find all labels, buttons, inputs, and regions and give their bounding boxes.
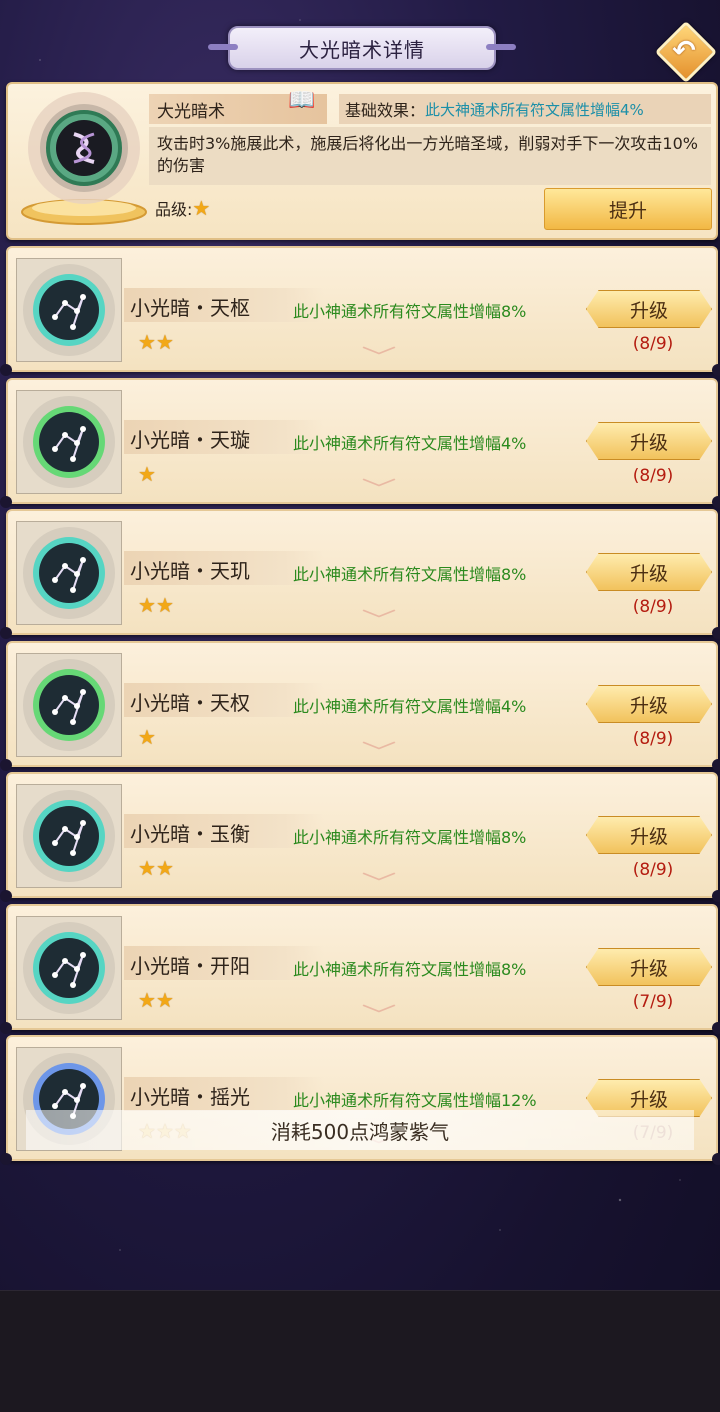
- rune-icon-frame: [16, 258, 122, 362]
- cost-toast: 消耗500点鸿蒙紫气: [26, 1110, 694, 1150]
- rune-stars: ★ ★: [138, 595, 174, 615]
- star-icon: ★: [155, 856, 174, 880]
- rune-progress: (8/9): [632, 466, 674, 486]
- expand-chevron-icon[interactable]: ﹀: [361, 998, 396, 1030]
- base-effect-value: 此大神通术所有符文属性增幅4%: [425, 100, 644, 119]
- rune-name: 小光暗・摇光: [130, 1085, 250, 1109]
- rune-stars: ★ ★: [138, 332, 174, 352]
- star-icon: ★: [138, 725, 156, 749]
- rune-card: 小光暗・天玑 ★ ★ 此小神通术所有符文属性增幅8% ﹀ 升级 (8/9): [0, 509, 720, 639]
- enhance-button[interactable]: 提升: [544, 188, 712, 230]
- rune-progress: (8/9): [632, 729, 674, 749]
- rune-name: 小光暗・天璇: [130, 428, 250, 452]
- rune-effect: 此小神通术所有符文属性增幅8%: [293, 960, 527, 979]
- star-icon: ★: [155, 988, 174, 1012]
- rune-constellation-icon: [23, 396, 115, 488]
- base-effect-label: 基础效果：: [345, 101, 426, 120]
- rune-constellation-icon: [23, 264, 115, 356]
- main-skill-emblem-icon: [21, 92, 147, 225]
- rune-name: 小光暗・开阳: [130, 954, 250, 978]
- book-quill-icon[interactable]: 📖: [288, 88, 315, 113]
- rune-card: 小光暗・玉衡 ★ ★ 此小神通术所有符文属性增幅8% ﹀ 升级 (8/9): [0, 772, 720, 902]
- rune-upgrade-button[interactable]: 升级: [586, 816, 712, 854]
- base-effect-box: 基础效果： 此大神通术所有符文属性增幅4%: [339, 94, 711, 124]
- main-skill-name: 大光暗术: [157, 101, 225, 122]
- expand-chevron-icon[interactable]: ﹀: [361, 603, 396, 635]
- rune-effect: 此小神通术所有符文属性增幅8%: [293, 828, 527, 847]
- star-icon: ★: [138, 856, 156, 880]
- rune-upgrade-button[interactable]: 升级: [586, 685, 712, 723]
- rune-name: 小光暗・天枢: [130, 296, 250, 320]
- rune-progress: (8/9): [632, 597, 674, 617]
- rune-effect: 此小神通术所有符文属性增幅4%: [293, 434, 527, 453]
- star-icon: ★: [155, 593, 174, 617]
- star-icon: ★: [192, 195, 211, 220]
- bottom-bar: [0, 1290, 720, 1412]
- expand-chevron-icon[interactable]: ﹀: [361, 340, 396, 372]
- rune-constellation-icon: [23, 922, 115, 1014]
- rune-upgrade-button[interactable]: 升级: [586, 948, 712, 986]
- rune-card: 小光暗・天枢 ★ ★ 此小神通术所有符文属性增幅8% ﹀ 升级 (8/9): [0, 246, 720, 376]
- expand-chevron-icon[interactable]: ﹀: [361, 866, 396, 898]
- rune-name: 小光暗・天权: [130, 691, 250, 715]
- expand-chevron-icon[interactable]: ﹀: [361, 472, 396, 504]
- rune-stars: ★ ★: [138, 990, 174, 1010]
- grade-row: 品级: ★: [155, 196, 210, 220]
- rune-name: 小光暗・玉衡: [130, 822, 250, 846]
- rune-upgrade-button[interactable]: 升级: [586, 290, 712, 328]
- rune-icon-frame: [16, 390, 122, 494]
- rune-name: 小光暗・天玑: [130, 559, 250, 583]
- rune-card: 小光暗・天权 ★ 此小神通术所有符文属性增幅4% ﹀ 升级 (8/9): [0, 641, 720, 771]
- back-arrow-icon: ↶: [672, 33, 696, 67]
- rune-progress: (8/9): [632, 860, 674, 880]
- title-plate: 大光暗术详情: [208, 26, 516, 70]
- grade-stars: ★: [192, 198, 210, 219]
- rune-progress: (7/9): [632, 992, 674, 1012]
- rune-upgrade-button[interactable]: 升级: [586, 422, 712, 460]
- star-icon: ★: [138, 593, 156, 617]
- star-icon: ★: [138, 462, 156, 486]
- rune-stars: ★ ★: [138, 858, 174, 878]
- rune-constellation-icon: [23, 527, 115, 619]
- rune-icon-frame: [16, 784, 122, 888]
- star-icon: ★: [138, 330, 156, 354]
- rune-stars: ★: [138, 464, 156, 484]
- main-skill-panel: 大光暗术 📖 基础效果： 此大神通术所有符文属性增幅4% 攻击时3%施展此术，施…: [6, 82, 718, 240]
- star-icon: ★: [155, 330, 174, 354]
- grade-label: 品级:: [155, 200, 193, 219]
- rune-effect: 此小神通术所有符文属性增幅4%: [293, 697, 527, 716]
- rune-constellation-icon: [23, 659, 115, 751]
- rune-card: 小光暗・开阳 ★ ★ 此小神通术所有符文属性增幅8% ﹀ 升级 (7/9): [0, 904, 720, 1034]
- rune-icon-frame: [16, 916, 122, 1020]
- rune-effect: 此小神通术所有符文属性增幅12%: [293, 1091, 537, 1110]
- rune-effect: 此小神通术所有符文属性增幅8%: [293, 302, 527, 321]
- rune-stars: ★: [138, 727, 156, 747]
- rune-progress: (8/9): [632, 334, 674, 354]
- star-icon: ★: [138, 988, 156, 1012]
- back-button[interactable]: ↶: [654, 20, 718, 84]
- skill-description: 攻击时3%施展此术，施展后将化出一方光暗圣域，削弱对手下一次攻击10%的伤害: [149, 127, 711, 185]
- rune-upgrade-button[interactable]: 升级: [586, 553, 712, 591]
- page-title: 大光暗术详情: [299, 37, 425, 62]
- rune-effect: 此小神通术所有符文属性增幅8%: [293, 565, 527, 584]
- rune-card: 小光暗・天璇 ★ 此小神通术所有符文属性增幅4% ﹀ 升级 (8/9): [0, 378, 720, 508]
- rune-icon-frame: [16, 653, 122, 757]
- rune-constellation-icon: [23, 790, 115, 882]
- expand-chevron-icon[interactable]: ﹀: [361, 735, 396, 767]
- rune-icon-frame: [16, 521, 122, 625]
